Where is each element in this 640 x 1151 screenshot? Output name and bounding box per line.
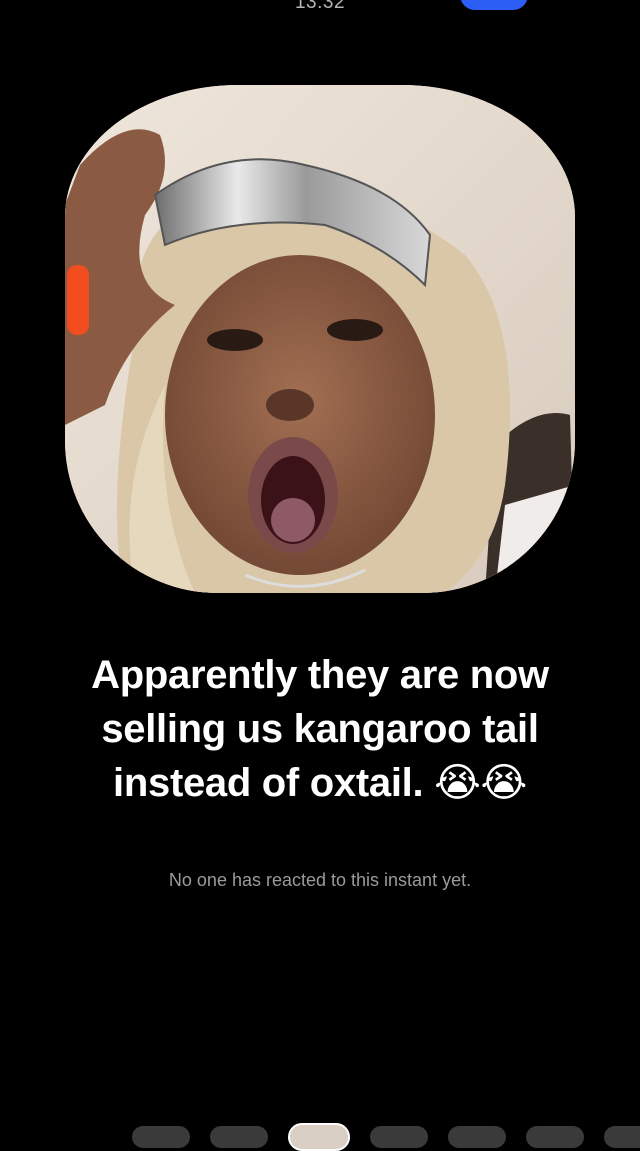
thumbnail-4[interactable]: [370, 1126, 428, 1148]
status-time: 13:32: [294, 0, 346, 13]
thumbnail-strip: [0, 1123, 640, 1151]
thumbnail-3-active[interactable]: [288, 1123, 350, 1151]
thumbnail-2[interactable]: [210, 1126, 268, 1148]
thumbnail-6[interactable]: [526, 1126, 584, 1148]
action-button[interactable]: [460, 0, 528, 10]
thumbnail-7[interactable]: [604, 1126, 640, 1148]
thumbnail-1[interactable]: [132, 1126, 190, 1148]
reactions-status: No one has reacted to this instant yet.: [168, 870, 472, 890]
post-caption: Apparently they are now selling us kanga…: [91, 653, 549, 805]
instant-photo[interactable]: [65, 85, 575, 593]
thumbnail-5[interactable]: [448, 1126, 506, 1148]
top-bar: 13:32: [0, 0, 640, 40]
